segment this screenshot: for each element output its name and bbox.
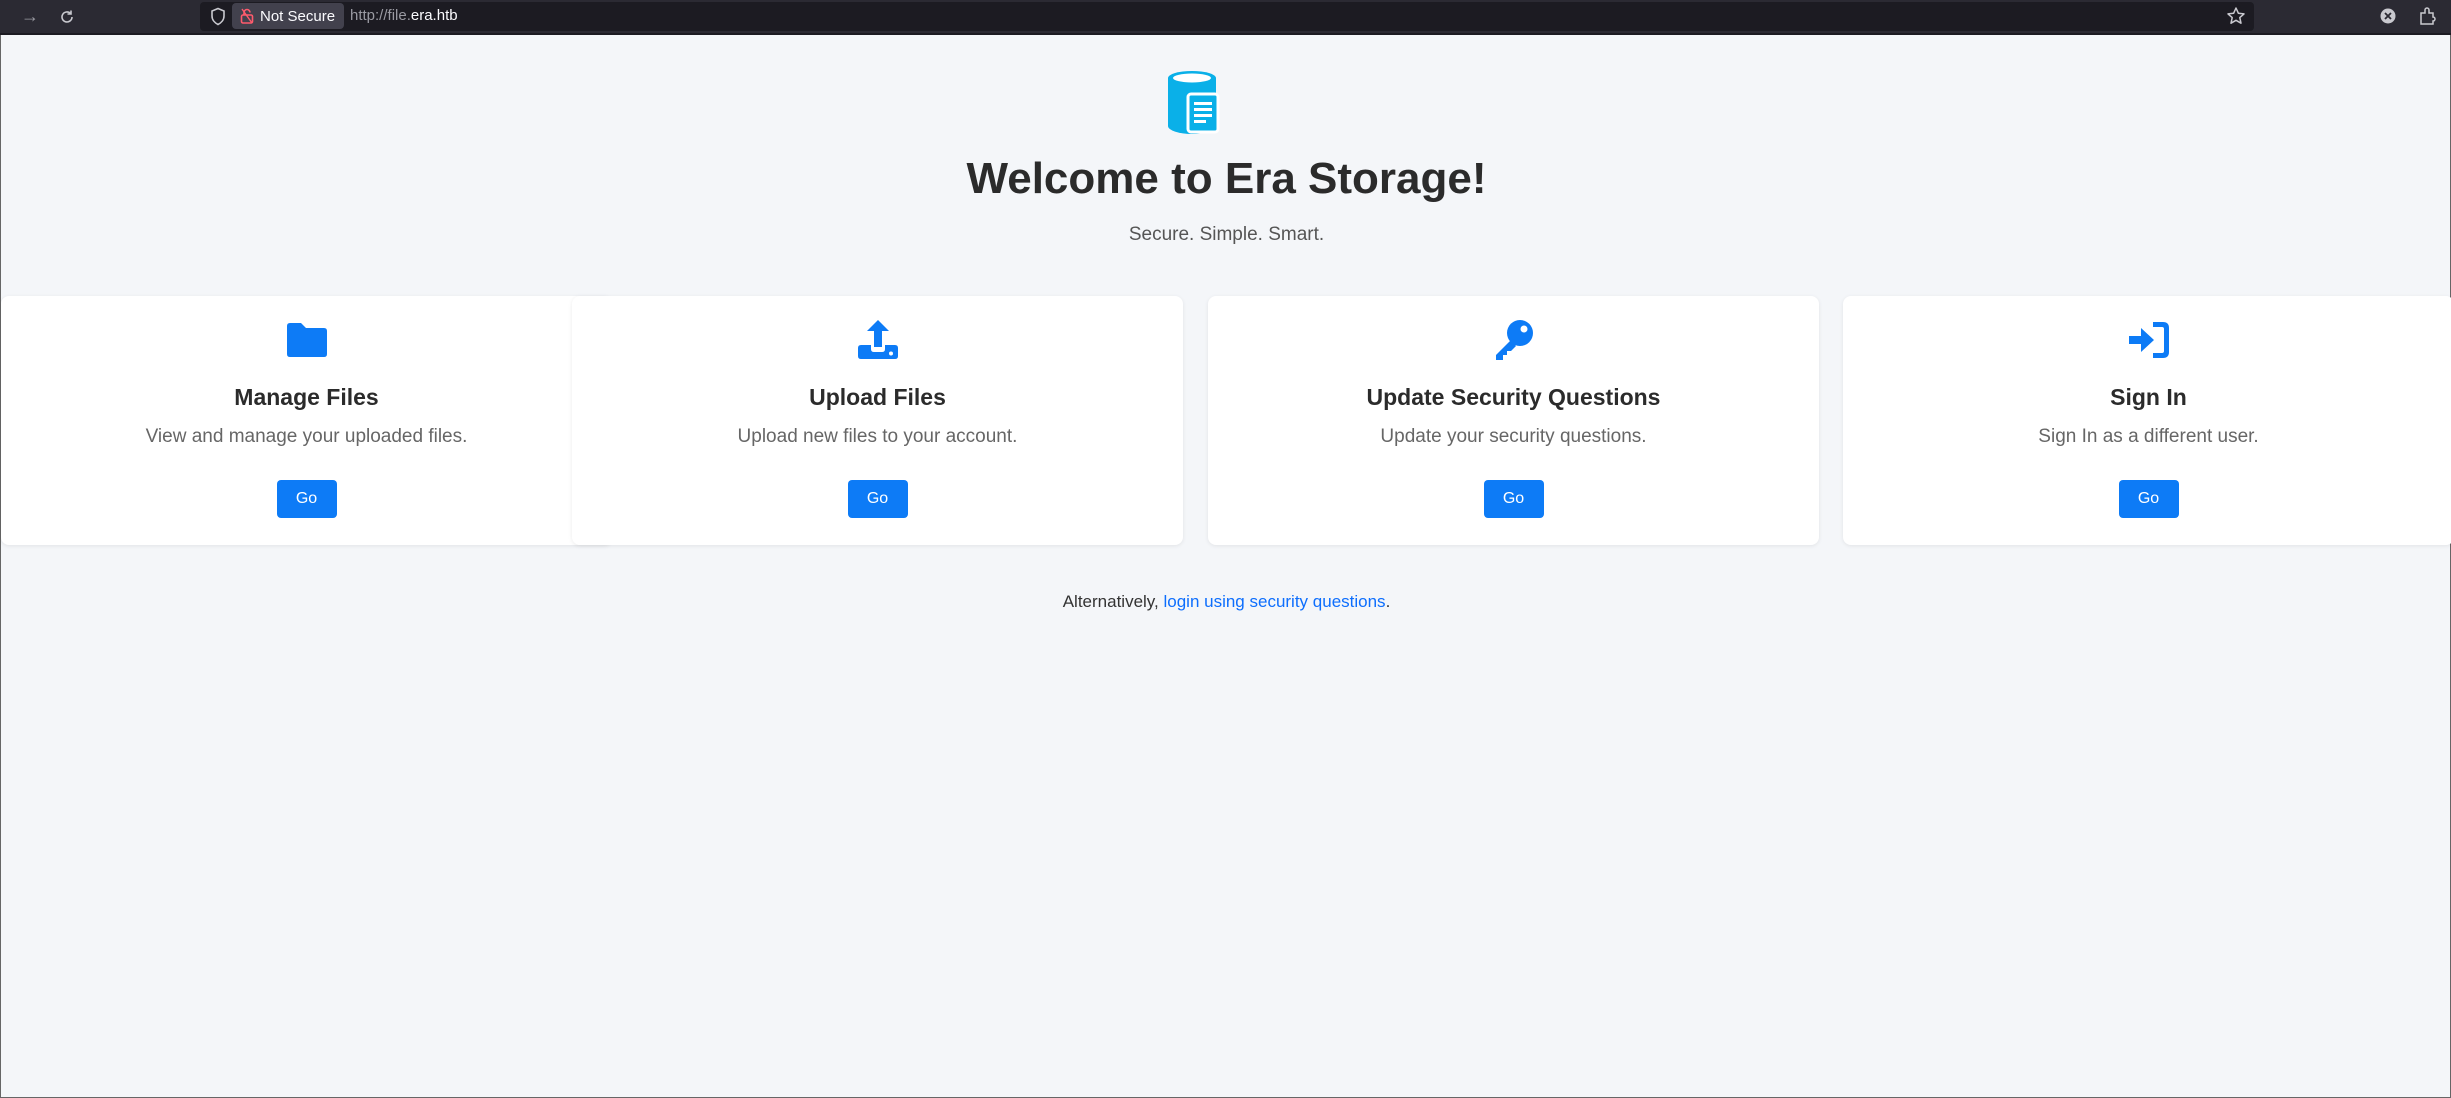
- extensions-icon[interactable]: [2416, 5, 2438, 27]
- sign-in-icon: [2128, 322, 2169, 358]
- url-host: era.htb: [410, 7, 458, 24]
- card-description: Sign In as a different user.: [2038, 426, 2259, 447]
- alt-suffix: .: [1385, 592, 1391, 611]
- reload-icon[interactable]: [47, 0, 87, 33]
- update-security-go-button[interactable]: Go: [1483, 480, 1544, 518]
- upload-files-go-button[interactable]: Go: [847, 480, 908, 518]
- card-manage-files: Manage Files View and manage your upload…: [1, 296, 612, 545]
- forward-icon[interactable]: →: [10, 0, 50, 33]
- card-description: View and manage your uploaded files.: [145, 426, 468, 447]
- card-title: Sign In: [2110, 384, 2187, 410]
- card-upload-files: Upload Files Upload new files to your ac…: [572, 296, 1183, 545]
- broken-lock-icon: [240, 8, 254, 24]
- url-text[interactable]: http://file. era.htb: [350, 0, 458, 31]
- storage-logo-icon: [1168, 71, 1220, 134]
- card-description: Upload new files to your account.: [737, 426, 1018, 447]
- manage-files-go-button[interactable]: Go: [276, 480, 337, 518]
- url-bar[interactable]: [200, 2, 2254, 31]
- page-title: Welcome to Era Storage!: [966, 154, 1487, 203]
- shield-icon[interactable]: [210, 7, 226, 26]
- card-title: Update Security Questions: [1366, 384, 1661, 410]
- card-sign-in: Sign In Sign In as a different user. Go: [1843, 296, 2451, 545]
- alt-prefix: Alternatively,: [1062, 592, 1164, 611]
- alternative-login-text: Alternatively, login using security ques…: [1, 592, 2451, 612]
- sign-in-go-button[interactable]: Go: [2118, 480, 2179, 518]
- not-secure-badge[interactable]: Not Secure: [232, 3, 344, 29]
- upload-icon: [857, 320, 898, 359]
- browser-toolbar: → Not Secure http://file. era.htb: [0, 0, 2451, 33]
- security-questions-login-link[interactable]: login using security questions: [1163, 592, 1385, 611]
- page-subtitle: Secure. Simple. Smart.: [1128, 224, 1325, 245]
- page-content: Welcome to Era Storage! Secure. Simple. …: [0, 35, 2451, 1098]
- card-update-security-questions: Update Security Questions Update your se…: [1208, 296, 1819, 545]
- folder-icon: [286, 323, 327, 357]
- bookmark-star-icon[interactable]: [2225, 5, 2247, 27]
- close-icon[interactable]: [2377, 5, 2399, 27]
- url-prefix: http://file.: [350, 7, 411, 24]
- card-description: Update your security questions.: [1380, 426, 1647, 447]
- card-title: Manage Files: [234, 384, 379, 410]
- card-title: Upload Files: [809, 384, 946, 410]
- key-icon: [1495, 320, 1533, 360]
- not-secure-label: Not Secure: [260, 7, 336, 25]
